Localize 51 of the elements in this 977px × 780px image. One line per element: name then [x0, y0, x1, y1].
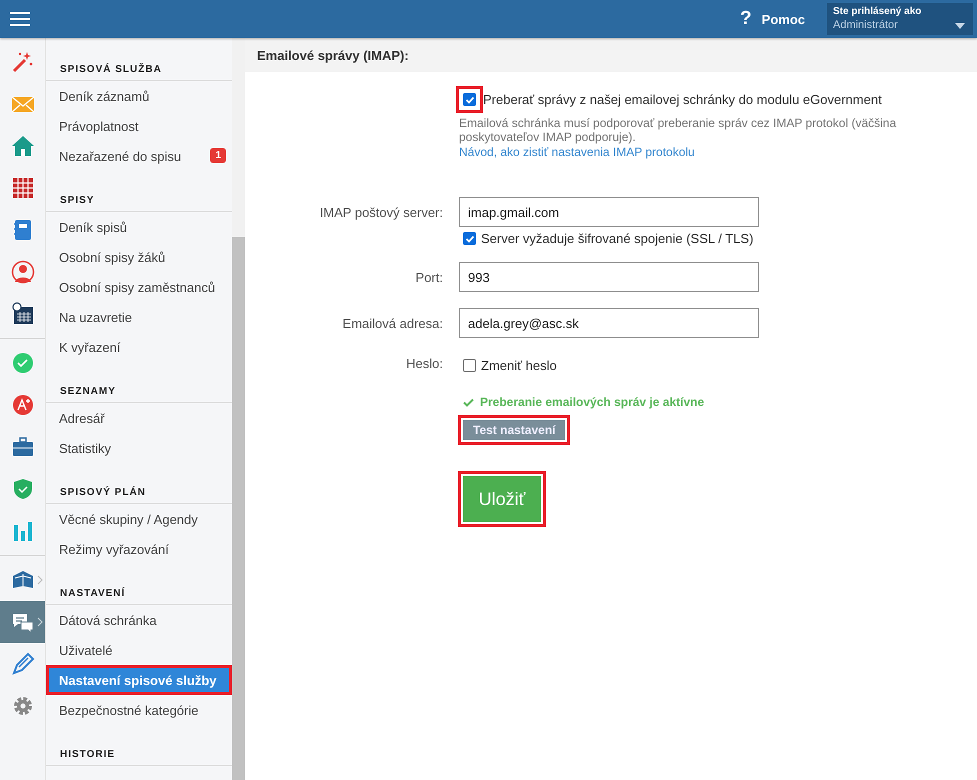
pen-icon [10, 652, 34, 676]
nav-item[interactable]: Deník spisů [46, 212, 232, 242]
nav-item[interactable]: Věcné skupiny / Agendy [46, 504, 232, 534]
checkbox[interactable] [463, 93, 476, 106]
person-icon [10, 260, 34, 284]
input-field[interactable]: adela.grey@asc.sk [459, 308, 759, 338]
nav-item[interactable]: Režimy vyřazování [46, 534, 232, 564]
checkbox-label[interactable]: Server vyžaduje šifrované spojenie (SSL / TLS) [481, 231, 754, 246]
caret-icon [955, 23, 965, 29]
field-label: Emailová adresa: [342, 316, 444, 330]
help-text: Emailová schránka musí podporovať preberanie správ cez IMAP protokol (väčšina poskytovateľov IMAP podporuje). [459, 116, 898, 144]
nav-item[interactable]: Osobní spisy žáků [46, 242, 232, 272]
checkbox-label[interactable]: Zmeniť heslo [481, 358, 557, 373]
field-label: IMAP poštový server: [318, 205, 444, 220]
checkbox[interactable] [463, 232, 476, 245]
briefcase-icon [10, 435, 34, 459]
nav-item[interactable]: Statistiky [46, 433, 232, 463]
section-title: Emailové správy (IMAP): [257, 48, 409, 62]
nav-item[interactable]: Nezařazené do spisu 1 [46, 141, 232, 171]
nav-item[interactable]: K vyřazení [46, 332, 232, 362]
checkbox[interactable] [463, 359, 476, 372]
nav-item[interactable]: Uživatelé [46, 635, 232, 665]
nav-item[interactable]: Adresář [46, 403, 232, 433]
checkbox-label[interactable]: Preberať správy z našej emailovej schránky do modulu eGovernment [483, 92, 882, 107]
calendar-grid-icon [10, 176, 34, 200]
grade-icon [10, 393, 34, 417]
scrollbar[interactable] [232, 38, 245, 780]
wand-icon [10, 50, 34, 74]
chevron-icon [37, 575, 43, 585]
nav-item[interactable]: Dátová schránka [46, 605, 232, 635]
menu-icon[interactable] [10, 11, 30, 27]
input-field[interactable]: 993 [459, 262, 759, 292]
field-label: Port: [414, 270, 444, 284]
count-badge: 1 [210, 148, 226, 163]
help-button[interactable]: ? Pomoc [740, 8, 805, 30]
calendar-clock-icon [10, 302, 34, 326]
chevron-icon [37, 617, 43, 627]
help-link[interactable]: Návod, ako zistiť nastavenia IMAP protokolu [459, 145, 695, 159]
nav-item[interactable]: Osobní spisy zaměstnanců [46, 272, 232, 302]
nav-item[interactable]: Deník záznamů [46, 81, 232, 111]
nav-item[interactable]: Na uzavretie [46, 302, 232, 332]
nav-item[interactable]: Bezpečnostné kategórie [46, 695, 232, 725]
status-message: Preberanie emailových správ je aktívne [480, 395, 704, 409]
house-icon [10, 134, 34, 158]
user-dropdown[interactable]: Ste prihlásený ako Administrátor [827, 3, 973, 35]
input-field[interactable]: imap.gmail.com [459, 197, 759, 227]
field-label: Heslo: [405, 356, 444, 371]
check-circle-icon [10, 351, 34, 375]
nav-item[interactable]: Právoplatnost [46, 111, 232, 141]
check-icon [463, 398, 474, 406]
nav-item[interactable]: Nastavení spisové služby [46, 665, 232, 695]
